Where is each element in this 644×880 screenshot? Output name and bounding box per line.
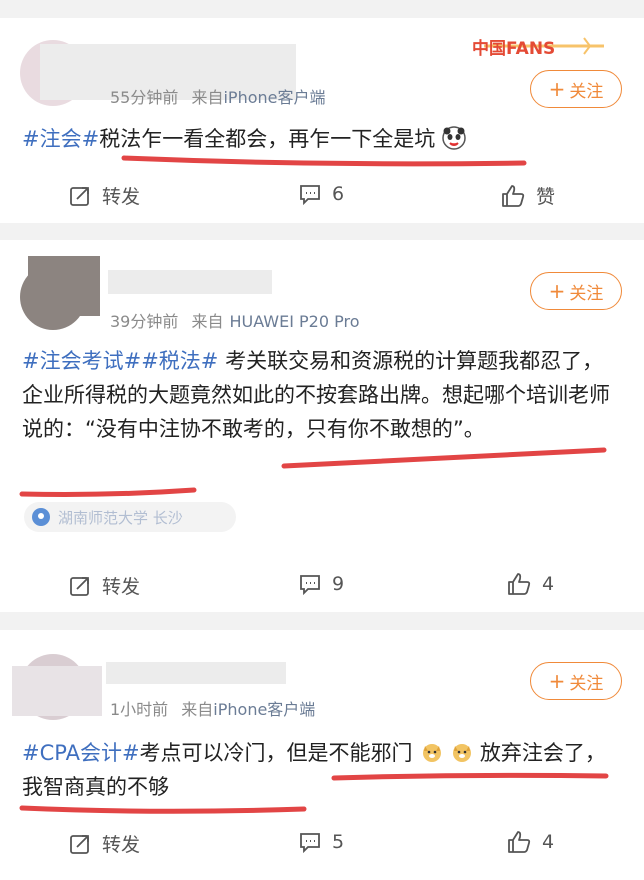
comment-count: 9 bbox=[332, 573, 345, 595]
follow-label: 关注 bbox=[569, 283, 604, 304]
follow-button[interactable]: + 关注 bbox=[530, 70, 622, 108]
username-blurred[interactable] bbox=[108, 270, 272, 294]
post-card-1: 55分钟前 来自iPhone客户端 中国FANS + 关注 #注会#税法乍一看全… bbox=[0, 18, 644, 223]
comment-action[interactable]: 5 bbox=[298, 830, 344, 854]
doge-emoji-icon bbox=[453, 744, 472, 762]
plus-icon: + bbox=[548, 77, 566, 101]
repost-action[interactable]: 转发 bbox=[68, 572, 140, 599]
comment-icon bbox=[300, 575, 320, 596]
plus-icon: + bbox=[548, 279, 566, 303]
repost-label: 转发 bbox=[102, 186, 141, 208]
red-underline bbox=[19, 487, 197, 497]
comment-action[interactable]: 9 bbox=[298, 572, 344, 596]
source-client[interactable]: HUAWEI P20 Pro bbox=[229, 312, 359, 331]
post-time: 39分钟前 bbox=[110, 312, 179, 331]
like-label: 赞 bbox=[536, 186, 556, 208]
repost-label: 转发 bbox=[102, 576, 141, 598]
thumbs-up-icon bbox=[508, 573, 531, 595]
comment-icon bbox=[300, 833, 320, 854]
repost-icon bbox=[70, 576, 89, 596]
follow-button[interactable]: + 关注 bbox=[530, 662, 622, 700]
repost-label: 转发 bbox=[102, 834, 141, 856]
repost-action[interactable]: 转发 bbox=[68, 830, 140, 857]
like-action[interactable]: 4 bbox=[506, 572, 554, 596]
source-prefix: 来自 bbox=[191, 312, 224, 331]
post-card-3: 1小时前 来自iPhone客户端 + 关注 #CPA会计#考点可以冷门，但是不能… bbox=[0, 630, 644, 880]
post-meta: 39分钟前 来自 HUAWEI P20 Pro bbox=[110, 308, 360, 332]
repost-action[interactable]: 转发 bbox=[68, 182, 140, 209]
username-blurred[interactable] bbox=[106, 662, 286, 684]
thumbs-up-icon bbox=[508, 831, 531, 853]
location-text: 湖南师范大学 长沙 bbox=[58, 508, 183, 527]
plus-icon: + bbox=[548, 669, 566, 693]
comment-count: 6 bbox=[332, 183, 345, 205]
post-text: 考点可以冷门，但是不能邪门 bbox=[139, 741, 413, 765]
comment-icon bbox=[300, 185, 320, 206]
post-content[interactable]: #注会#税法乍一看全都会，再乍一下全是坑 bbox=[22, 122, 622, 156]
fans-badge-icon: 中国FANS bbox=[472, 37, 604, 59]
like-count: 4 bbox=[542, 573, 555, 595]
post-time: 1小时前 bbox=[110, 700, 169, 719]
red-underline bbox=[121, 155, 527, 167]
post-meta: 1小时前 来自iPhone客户端 bbox=[110, 696, 315, 720]
source-prefix: 来自 bbox=[181, 700, 214, 719]
repost-icon bbox=[70, 834, 89, 854]
hashtag[interactable]: #注会# bbox=[22, 127, 99, 151]
red-underline bbox=[19, 805, 307, 814]
post-content[interactable]: #注会考试##税法# 考关联交易和资源税的计算题我都忍了，企业所得税的大题竟然如… bbox=[22, 344, 622, 446]
source-prefix: 来自 bbox=[191, 88, 224, 107]
follow-button[interactable]: + 关注 bbox=[530, 272, 622, 310]
panda-emoji-icon bbox=[442, 126, 466, 150]
follow-label: 关注 bbox=[569, 81, 604, 102]
follow-label: 关注 bbox=[569, 673, 604, 694]
post-card-2: 39分钟前 来自 HUAWEI P20 Pro + 关注 #注会考试##税法# 考… bbox=[0, 240, 644, 612]
like-count: 4 bbox=[542, 831, 555, 853]
hashtag[interactable]: #CPA会计# bbox=[22, 741, 140, 765]
avatar-mosaic bbox=[12, 666, 102, 716]
repost-icon bbox=[70, 186, 89, 206]
location-pin-icon bbox=[32, 508, 50, 526]
doge-emoji-icon bbox=[423, 744, 442, 762]
comment-count: 5 bbox=[332, 831, 345, 853]
post-content[interactable]: #CPA会计#考点可以冷门，但是不能邪门 放弃注会了，我智商真的不够 bbox=[22, 736, 622, 804]
hashtag[interactable]: #注会考试##税法# bbox=[22, 349, 218, 373]
location-tag[interactable]: 湖南师范大学 长沙 bbox=[24, 502, 236, 532]
fans-badge-text: 中国FANS bbox=[472, 38, 555, 59]
post-text: 税法乍一看全都会，再乍一下全是坑 bbox=[99, 127, 436, 151]
like-action[interactable]: 赞 bbox=[500, 182, 555, 209]
red-underline bbox=[281, 447, 607, 469]
thumbs-up-icon bbox=[502, 184, 525, 207]
source-client[interactable]: iPhone客户端 bbox=[223, 88, 325, 107]
comment-action[interactable]: 6 bbox=[298, 182, 344, 206]
post-time: 55分钟前 bbox=[110, 88, 179, 107]
source-client[interactable]: iPhone客户端 bbox=[213, 700, 315, 719]
like-action[interactable]: 4 bbox=[506, 830, 554, 854]
avatar-mosaic bbox=[28, 256, 100, 316]
post-meta: 55分钟前 来自iPhone客户端 bbox=[110, 84, 326, 108]
